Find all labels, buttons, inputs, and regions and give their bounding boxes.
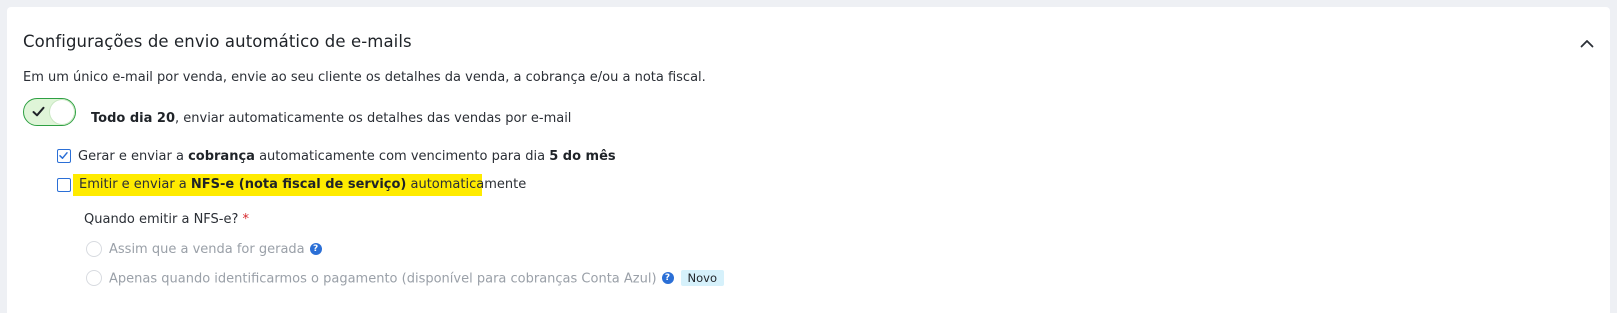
chevron-up-icon [1580, 39, 1594, 47]
auto-send-text: , enviar automaticamente os detalhes das… [175, 111, 572, 126]
nfse-text-2: automaticamente [406, 177, 527, 192]
auto-send-toggle[interactable] [23, 98, 76, 126]
nfse-timing-question-text: Quando emitir a NFS-e? [84, 212, 239, 227]
collapse-button[interactable] [1577, 33, 1597, 53]
section-title: Configurações de envio automático de e-m… [23, 32, 412, 51]
auto-send-day: Todo dia 20 [91, 111, 175, 126]
toggle-knob [50, 100, 74, 124]
nfse-option-label: Emitir e enviar a NFS-e (nota fiscal de … [73, 174, 526, 196]
charge-checkbox[interactable] [57, 149, 71, 163]
auto-send-label: Todo dia 20, enviar automaticamente os d… [91, 111, 571, 126]
nfse-text-1: Emitir e enviar a [79, 177, 191, 192]
section-description: Em um único e-mail por venda, envie ao s… [23, 70, 706, 85]
charge-option-label: Gerar e enviar a cobrança automaticament… [78, 149, 616, 164]
checkmark-icon [59, 152, 68, 159]
required-mark: * [242, 212, 250, 227]
charge-text-1: Gerar e enviar a [78, 149, 189, 164]
new-badge: Novo [680, 270, 725, 286]
nfse-checkbox[interactable] [57, 178, 71, 192]
charge-text-bold-1: cobrança [188, 149, 255, 164]
choice-2-text: Apenas quando identificarmos o pagamento… [109, 271, 657, 287]
radio-label-on-sale-generated: Assim que a venda for gerada? [109, 242, 322, 257]
nfse-text-bold: NFS-e (nota fiscal de serviço) [190, 177, 407, 192]
radio-label-on-payment-identified: Apenas quando identificarmos o pagamento… [109, 270, 725, 287]
radio-on-payment-identified[interactable] [86, 270, 102, 286]
help-icon[interactable]: ? [309, 242, 322, 255]
nfse-timing-question: Quando emitir a NFS-e? * [84, 212, 249, 227]
charge-due-day: 5 do mês [549, 149, 616, 164]
radio-on-sale-generated[interactable] [86, 241, 102, 257]
check-icon [32, 106, 45, 117]
email-settings-card: Configurações de envio automático de e-m… [7, 7, 1610, 313]
help-icon[interactable]: ? [661, 272, 674, 284]
charge-text-2: automaticamente com vencimento para dia [254, 149, 550, 164]
choice-1-text: Assim que a venda for gerada [109, 242, 305, 257]
